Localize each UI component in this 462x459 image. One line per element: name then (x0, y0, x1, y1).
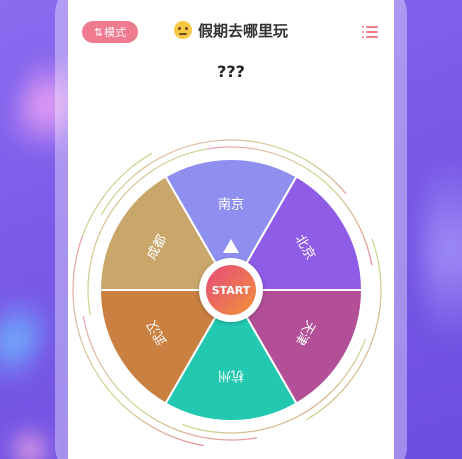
wheel-segment-label: 杭州 (218, 368, 244, 383)
start-button[interactable]: START (199, 258, 263, 322)
start-label: START (212, 284, 251, 297)
wheel-segment-label: 南京 (218, 197, 244, 213)
spin-wheel: 南京北京天津杭州武汉成都 START (72, 139, 382, 447)
